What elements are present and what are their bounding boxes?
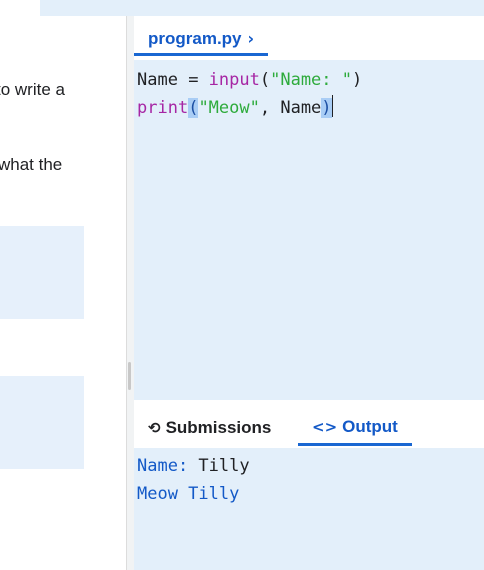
output-line: Name: Tilly <box>137 452 481 480</box>
output-prompt: Name: <box>137 456 199 476</box>
instructions-text-line: to write a <box>0 80 65 99</box>
code-paren-matched: ( <box>188 98 199 118</box>
file-tab-program[interactable]: program.py › <box>134 24 269 56</box>
code-area[interactable]: Name = input("Name: ") print("Meow", Nam… <box>134 60 484 400</box>
code-string: "Name: " <box>270 70 352 90</box>
top-strip <box>0 0 484 16</box>
code-paren: ) <box>352 70 363 90</box>
top-strip-corner <box>0 0 40 16</box>
tab-submissions[interactable]: ⟲ Submissions <box>134 410 285 446</box>
chevron-right-icon[interactable]: › <box>248 29 255 48</box>
code-separator: , <box>259 98 281 118</box>
instruction-input-box[interactable] <box>0 376 84 469</box>
code-function: input <box>208 70 260 90</box>
code-function: print <box>137 98 189 118</box>
code-argument: Name <box>280 98 322 118</box>
instructions-panel: to write a what the <box>0 16 126 570</box>
tab-submissions-label: Submissions <box>165 418 272 437</box>
instructions-text-line: what the <box>0 155 63 174</box>
tab-output[interactable]: <> Output <box>298 410 412 446</box>
code-paren-matched: ) <box>321 98 332 118</box>
code-line[interactable]: print("Meow", Name) <box>137 94 481 122</box>
code-variable: Name <box>137 70 178 90</box>
output-area[interactable]: Name: Tilly Meow Tilly <box>134 448 484 570</box>
instruction-input-box[interactable] <box>0 226 84 319</box>
code-paren: ( <box>259 70 271 90</box>
code-brackets-icon: <> <box>312 417 338 436</box>
output-line: Meow Tilly <box>137 484 240 504</box>
splitter-handle[interactable] <box>128 362 131 390</box>
code-line[interactable]: Name = input("Name: ") <box>137 66 481 94</box>
output-user-input: Tilly <box>198 456 250 476</box>
tab-output-label: Output <box>342 416 398 436</box>
file-tab-label: program.py <box>148 28 242 48</box>
code-editor: program.py › Name = input("Name: ") prin… <box>134 16 484 400</box>
code-operator: = <box>177 70 209 90</box>
code-string: "Meow" <box>198 98 260 118</box>
text-caret <box>331 95 333 117</box>
history-icon: ⟲ <box>148 419 161 437</box>
console-panel: ⟲ Submissions <> Output Name: Tilly Meow… <box>134 400 484 570</box>
panel-splitter[interactable] <box>126 16 134 570</box>
